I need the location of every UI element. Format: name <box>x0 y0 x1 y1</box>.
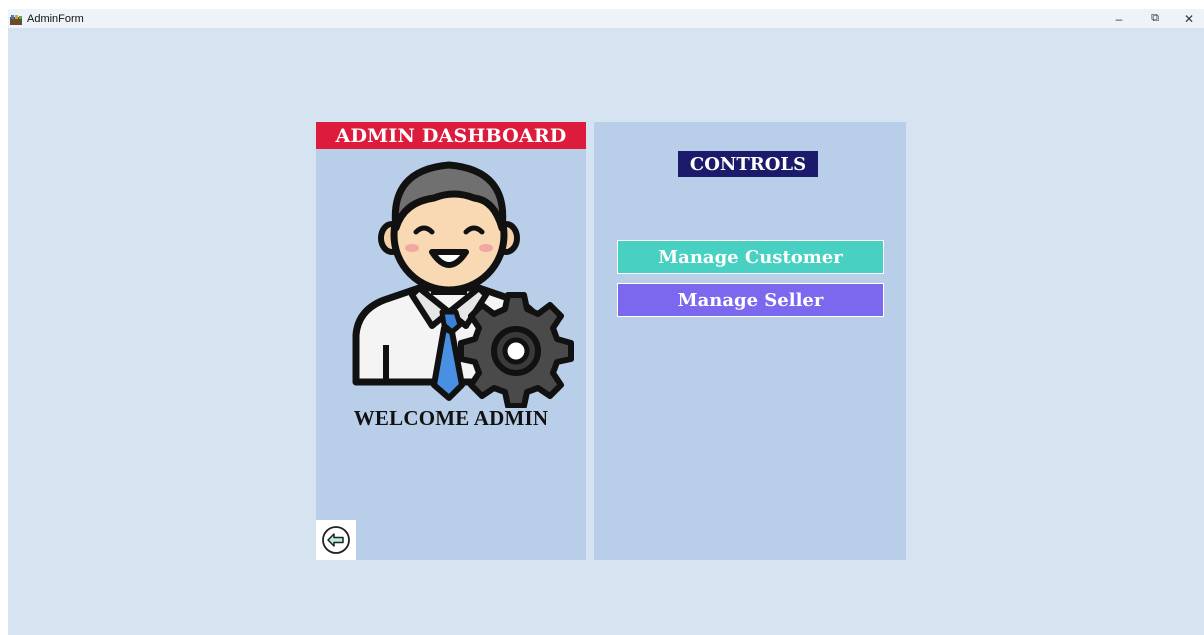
admin-form-window: AdminForm – ⧉ ✕ ADMIN DASHBOARD WELCOME … <box>8 9 1204 635</box>
back-button[interactable] <box>316 520 356 560</box>
restore-button[interactable]: ⧉ <box>1137 9 1173 28</box>
title-bar: AdminForm – ⧉ ✕ <box>8 9 1204 28</box>
manage-customer-button[interactable]: Manage Customer <box>617 240 884 274</box>
back-arrow-icon <box>322 526 350 554</box>
minimize-button[interactable]: – <box>1101 9 1137 28</box>
dashboard-header: ADMIN DASHBOARD <box>316 122 586 149</box>
controls-title: CONTROLS <box>678 151 818 177</box>
close-icon: ✕ <box>1183 11 1195 26</box>
controls-panel: CONTROLS Manage Customer Manage Seller <box>594 122 906 560</box>
window-title: AdminForm <box>27 12 84 25</box>
restore-icon: ⧉ <box>1151 12 1159 24</box>
minimize-icon: – <box>1115 11 1123 26</box>
close-button[interactable]: ✕ <box>1171 9 1204 28</box>
app-icon <box>9 13 23 25</box>
admin-dashboard-panel: ADMIN DASHBOARD WELCOME ADMIN <box>316 122 586 560</box>
manage-seller-button[interactable]: Manage Seller <box>617 283 884 317</box>
welcome-text: WELCOME ADMIN <box>353 406 549 430</box>
admin-settings-icon <box>352 161 574 408</box>
